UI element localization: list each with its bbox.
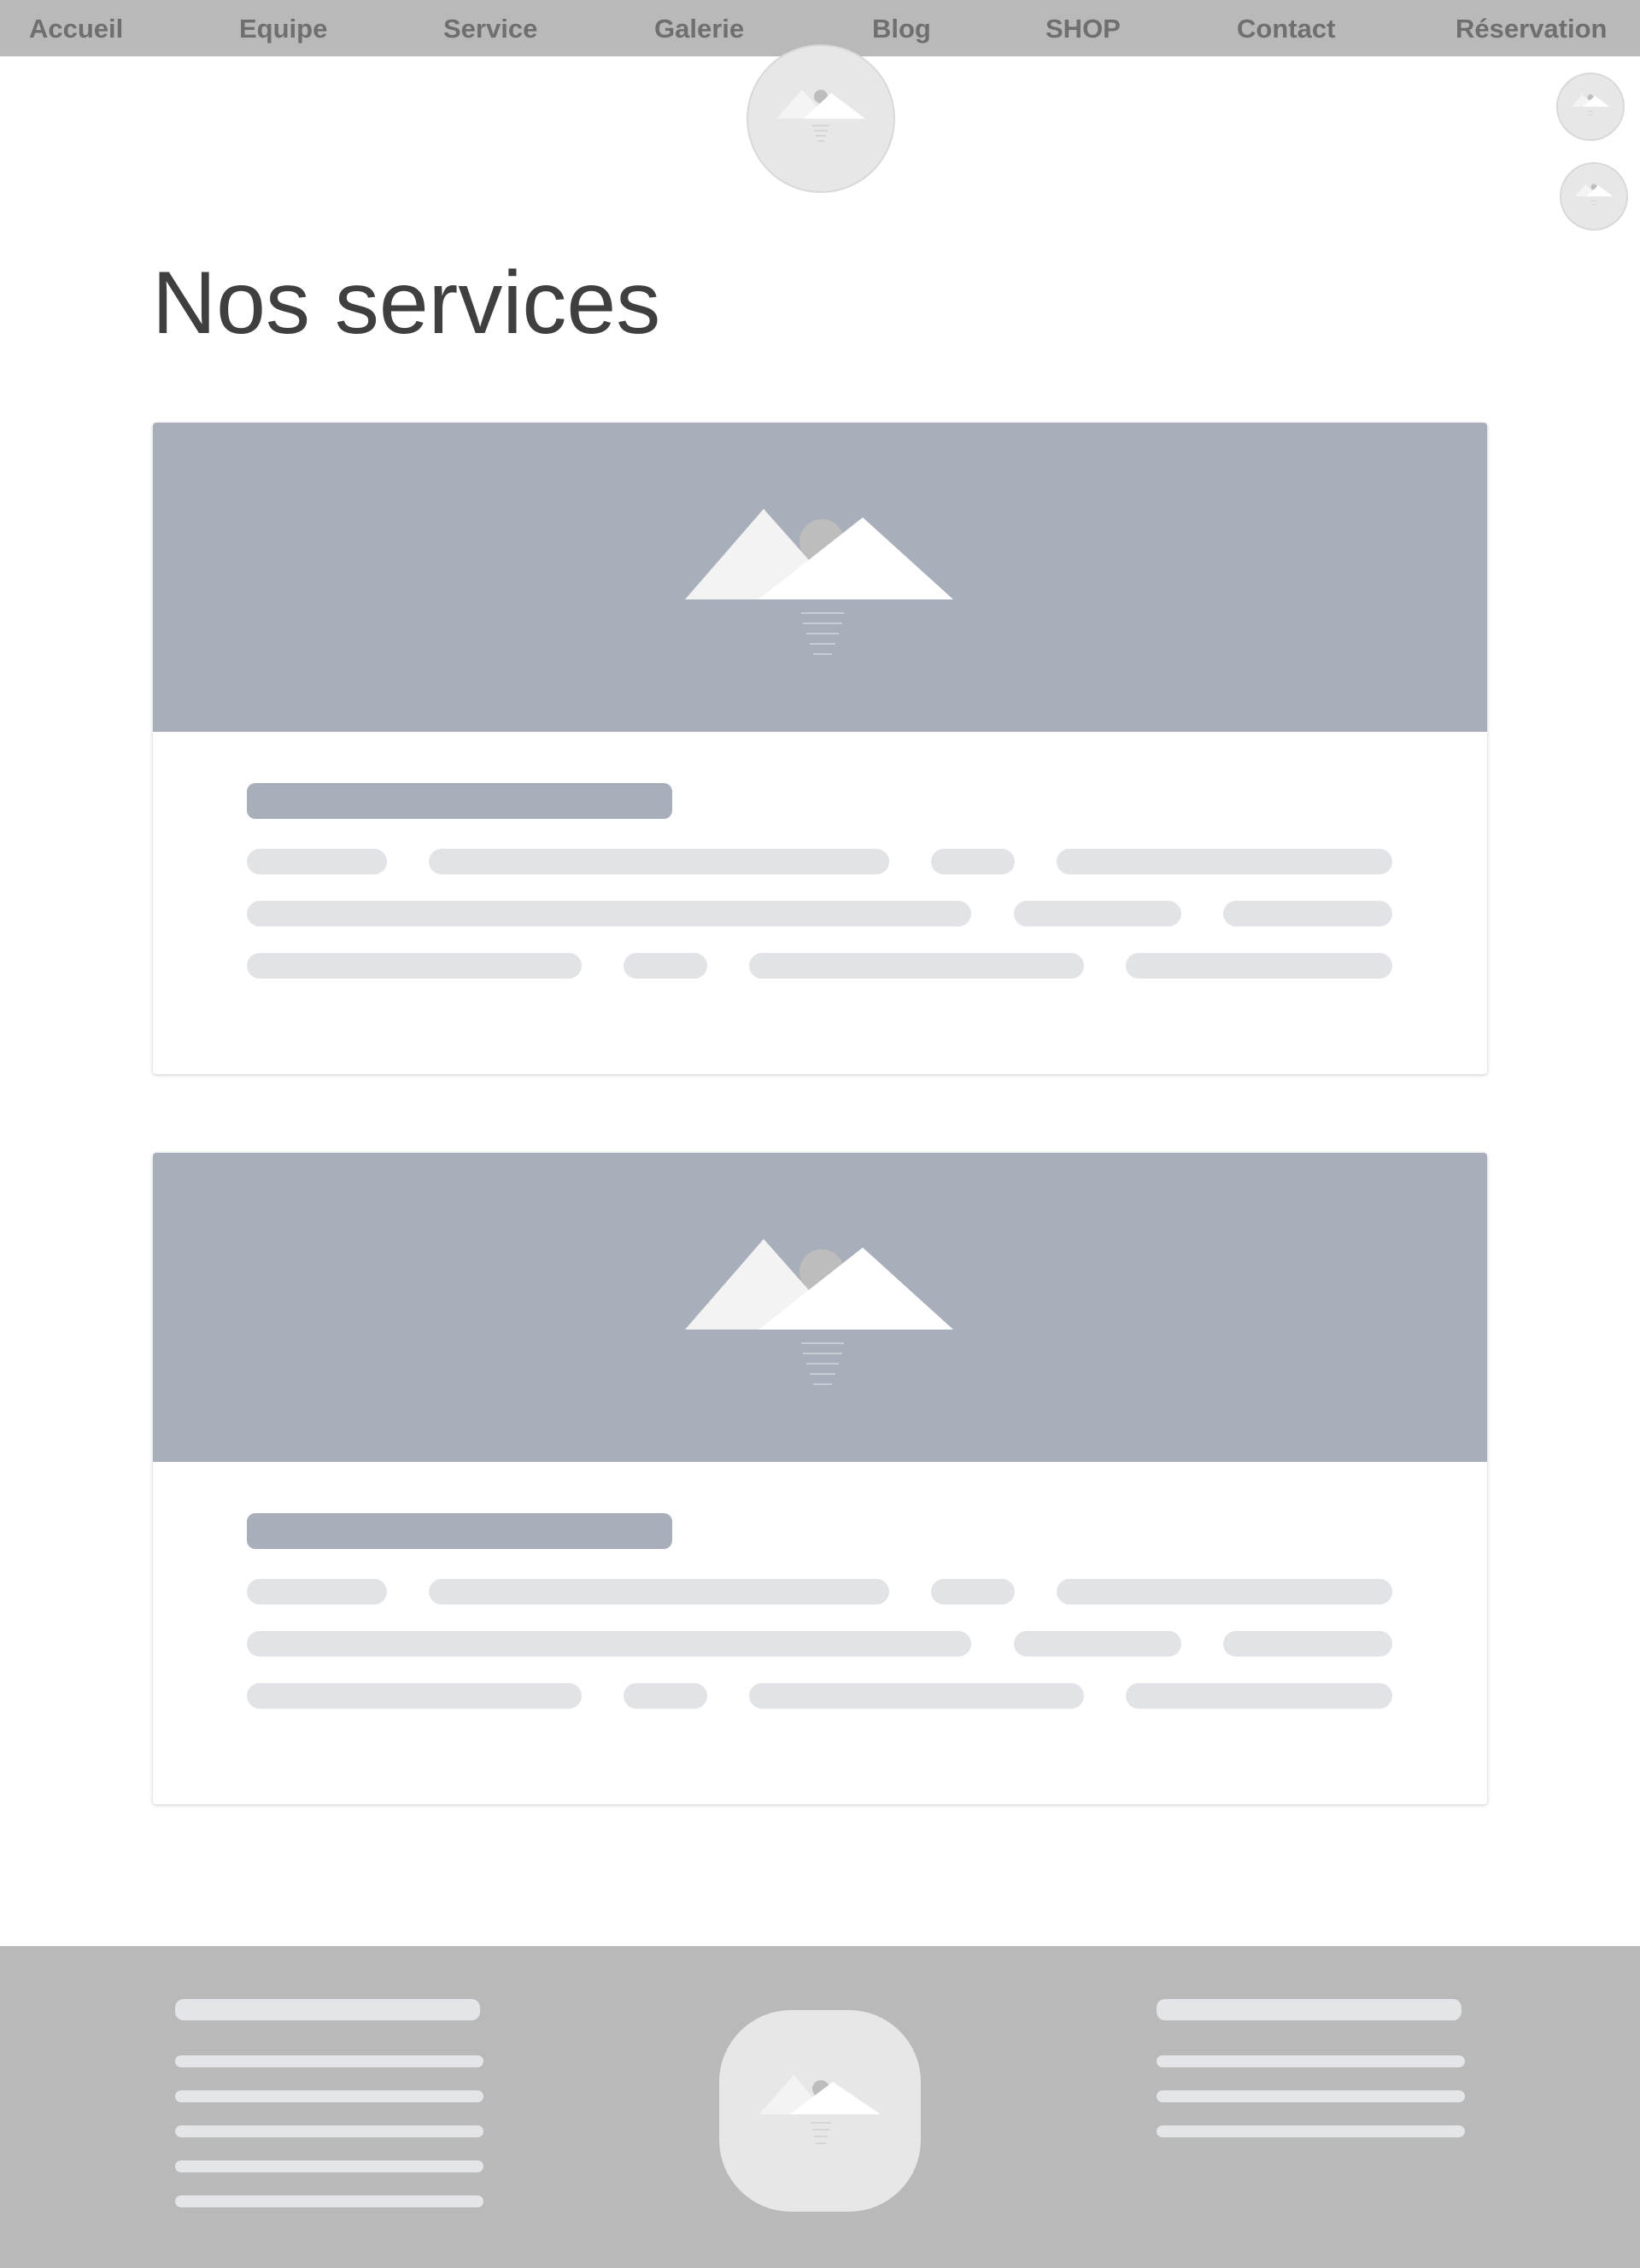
nav-item-galerie[interactable]: Galerie bbox=[654, 0, 744, 56]
card-title-placeholder bbox=[247, 1513, 672, 1549]
card-image bbox=[153, 1153, 1487, 1462]
card-content bbox=[153, 1462, 1487, 1804]
nav-item-equipe[interactable]: Equipe bbox=[239, 0, 327, 56]
text-line-placeholder bbox=[429, 1579, 889, 1605]
nav-item-accueil[interactable]: Accueil bbox=[29, 0, 123, 56]
text-line-placeholder bbox=[247, 1631, 971, 1657]
footer-link-placeholder[interactable] bbox=[175, 2160, 483, 2172]
card-image bbox=[153, 423, 1487, 732]
footer-link-placeholder[interactable] bbox=[175, 2090, 483, 2102]
footer-link-placeholder[interactable] bbox=[1157, 2090, 1465, 2102]
text-line-placeholder bbox=[1126, 1683, 1392, 1709]
image-placeholder-icon bbox=[685, 1239, 953, 1385]
text-line-placeholder bbox=[247, 1683, 582, 1709]
page-title: Nos services bbox=[152, 254, 661, 353]
nav-item-blog[interactable]: Blog bbox=[872, 0, 931, 56]
text-line-placeholder bbox=[1223, 901, 1392, 926]
site-logo[interactable] bbox=[747, 44, 895, 193]
footer-link-placeholder[interactable] bbox=[175, 2055, 483, 2067]
text-line-placeholder bbox=[1126, 953, 1392, 979]
text-line-placeholder bbox=[247, 1579, 387, 1605]
text-line-placeholder bbox=[931, 849, 1015, 874]
text-line-placeholder bbox=[247, 901, 971, 926]
service-card[interactable] bbox=[153, 423, 1487, 1074]
image-placeholder-icon bbox=[1571, 94, 1610, 115]
text-line-placeholder bbox=[247, 953, 582, 979]
text-line-placeholder bbox=[1014, 1631, 1181, 1657]
text-line-placeholder bbox=[749, 1683, 1084, 1709]
text-line-placeholder bbox=[1057, 1579, 1392, 1605]
text-line-placeholder bbox=[1014, 901, 1181, 926]
floating-image-button-1[interactable] bbox=[1556, 73, 1625, 141]
text-line-placeholder bbox=[247, 849, 387, 874]
text-line-placeholder bbox=[1057, 849, 1392, 874]
card-content bbox=[153, 732, 1487, 1074]
nav-item-service[interactable]: Service bbox=[443, 0, 537, 56]
floating-image-button-2[interactable] bbox=[1560, 162, 1628, 231]
footer-link-placeholder[interactable] bbox=[1157, 2125, 1465, 2137]
text-line-placeholder bbox=[624, 1683, 707, 1709]
nav-item-shop[interactable]: SHOP bbox=[1046, 0, 1121, 56]
footer-logo[interactable] bbox=[719, 2010, 921, 2212]
footer-link-placeholder[interactable] bbox=[175, 2125, 483, 2137]
image-placeholder-icon bbox=[1574, 184, 1614, 205]
nav-item-contact[interactable]: Contact bbox=[1237, 0, 1335, 56]
footer-heading-placeholder bbox=[1157, 1999, 1461, 2020]
footer-link-placeholder[interactable] bbox=[175, 2195, 483, 2207]
text-line-placeholder bbox=[931, 1579, 1015, 1605]
text-line-placeholder bbox=[624, 953, 707, 979]
card-title-placeholder bbox=[247, 783, 672, 819]
footer-link-placeholder[interactable] bbox=[1157, 2055, 1465, 2067]
text-line-placeholder bbox=[749, 953, 1084, 979]
image-placeholder-icon bbox=[776, 90, 865, 142]
text-line-placeholder bbox=[429, 849, 889, 874]
text-line-placeholder bbox=[1223, 1631, 1392, 1657]
service-card[interactable] bbox=[153, 1153, 1487, 1804]
image-placeholder-icon bbox=[685, 509, 953, 655]
nav-item-reservation[interactable]: Réservation bbox=[1456, 0, 1607, 56]
image-placeholder-icon bbox=[759, 2075, 881, 2144]
footer-heading-placeholder bbox=[175, 1999, 480, 2020]
